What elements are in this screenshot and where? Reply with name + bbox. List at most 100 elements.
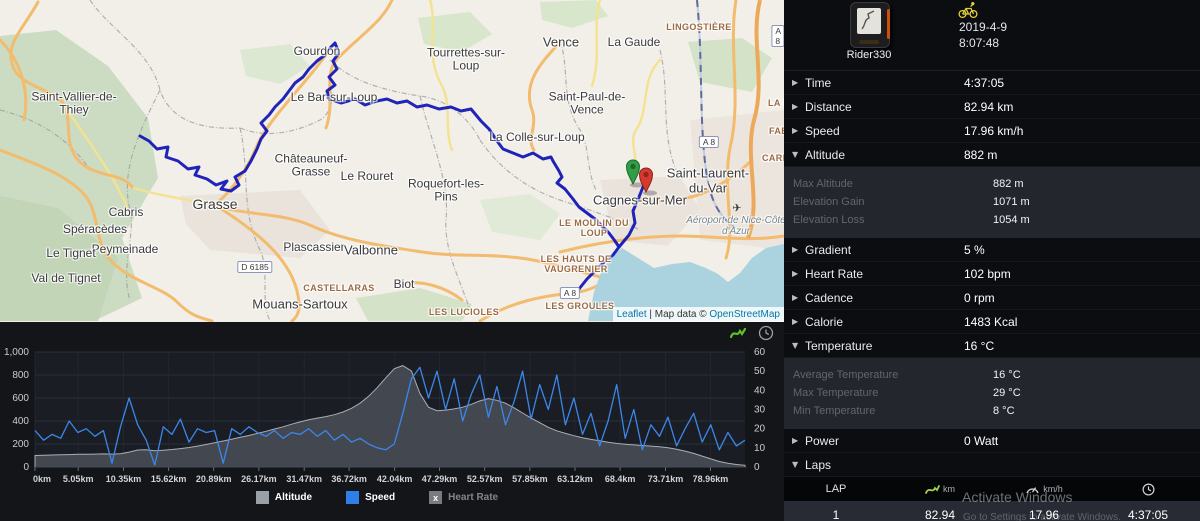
legend-speed[interactable]: Speed (346, 491, 395, 504)
chevron-right-icon: ▶ (792, 102, 799, 111)
chevron-right-icon: ▶ (792, 436, 799, 445)
svg-text:42.04km: 42.04km (377, 474, 413, 484)
detail-label: Max Temperature (793, 387, 879, 399)
svg-text:60: 60 (754, 347, 766, 358)
stat-detail-row: Elevation Gain 1071 m (784, 193, 1200, 211)
detail-label: Min Temperature (793, 405, 876, 417)
stat-details-altitude: Max Altitude 882 m Elevation Gain 1071 m Ele… (784, 167, 1200, 238)
road-badge: A 8 (698, 136, 720, 148)
svg-text:30: 30 (754, 405, 766, 416)
detail-label: Elevation Gain (793, 196, 865, 208)
ride-date: 2019-4-9 (959, 20, 1008, 34)
heart-rate-swatch-icon: x (429, 491, 443, 504)
altitude-swatch-icon (255, 491, 269, 504)
chevron-down-icon: ▼ (792, 341, 799, 350)
stat-row-laps[interactable]: ▼ Laps (784, 453, 1200, 477)
svg-text:31.47km: 31.47km (286, 474, 322, 484)
stat-label: Gradient (805, 242, 852, 257)
detail-value: 1071 m (993, 196, 1030, 208)
stat-row-gradient[interactable]: ▶ Gradient 5 % (784, 238, 1200, 262)
stat-label: Altitude (805, 147, 846, 162)
stat-details-temperature: Average Temperature 16 °C Max Temperature 2… (784, 358, 1200, 429)
svg-text:0: 0 (754, 462, 760, 473)
activate-windows-watermark: Activate Windows (962, 489, 1073, 505)
svg-text:0: 0 (23, 462, 29, 473)
stat-row-distance[interactable]: ▶ Distance 82.94 km (784, 95, 1200, 119)
svg-text:10: 10 (754, 443, 766, 454)
svg-text:40: 40 (754, 385, 766, 396)
svg-text:0km: 0km (33, 474, 51, 484)
stat-label: Heart Rate (805, 266, 864, 281)
legend-label: Speed (365, 492, 396, 503)
distance-axis-icon[interactable] (730, 327, 746, 339)
stat-row-speed[interactable]: ▶ Speed 17.96 km/h (784, 119, 1200, 143)
stat-value: 82.94 km (964, 99, 1014, 114)
svg-text:10.35km: 10.35km (106, 474, 142, 484)
panel-header: Rider330 2019-4-9 8:07:48 (784, 0, 1200, 70)
stat-detail-row: Max Temperature 29 °C (784, 384, 1200, 402)
stat-detail-row: Elevation Loss 1054 m (784, 211, 1200, 229)
chevron-right-icon: ▶ (792, 293, 799, 302)
stat-label: Speed (805, 123, 840, 138)
stat-label: Power (805, 433, 840, 448)
ride-start-time: 8:07:48 (959, 36, 1000, 50)
svg-text:78.96km: 78.96km (693, 474, 729, 484)
detail-label: Average Temperature (793, 369, 899, 381)
elevation-speed-chart: 0 200 400 600 800 1,000 0 10 20 30 40 50 60 0km 5.05km… (0, 322, 784, 521)
svg-text:15.62km: 15.62km (151, 474, 187, 484)
lap-cell: 82.94 (924, 507, 956, 521)
distance-icon: km (925, 484, 955, 495)
bryton-active-app: Saint-Vallier-de-Thiey Gourdon Le Bar-sur-… (0, 0, 1200, 521)
map-tiles (0, 0, 784, 322)
ride-summary-panel: Rider330 2019-4-9 8:07:48 ▶ Time 4:37:05 ▶ D… (784, 0, 1200, 521)
time-axis-icon[interactable] (758, 325, 774, 341)
svg-text:200: 200 (12, 439, 29, 450)
svg-text:47.29km: 47.29km (422, 474, 458, 484)
chart-legend: Altitude Speed x Heart Rate (0, 491, 754, 504)
openstreetmap-link[interactable]: OpenStreetMap (709, 309, 780, 320)
stat-value: 1483 Kcal (964, 314, 1018, 329)
stat-detail-row: Max Altitude 882 m (784, 175, 1200, 193)
stat-row-cadence[interactable]: ▶ Cadence 0 rpm (784, 286, 1200, 310)
svg-text:68.4km: 68.4km (605, 474, 636, 484)
svg-text:5.05km: 5.05km (63, 474, 94, 484)
stat-row-temperature[interactable]: ▼ Temperature 16 °C (784, 334, 1200, 358)
stat-label: Calorie (805, 314, 844, 329)
svg-text:36.72km: 36.72km (331, 474, 367, 484)
chevron-right-icon: ▶ (792, 269, 799, 278)
chevron-right-icon: ▶ (792, 78, 799, 87)
lap-cell: 4:37:05 (1127, 507, 1169, 521)
stat-value: 0 Watt (964, 433, 999, 448)
svg-text:73.71km: 73.71km (648, 474, 684, 484)
road-badge: D 6185 (237, 261, 273, 273)
svg-text:600: 600 (12, 393, 29, 404)
speed-swatch-icon (346, 491, 360, 504)
stat-value: 4:37:05 (964, 75, 1005, 90)
legend-altitude[interactable]: Altitude (255, 491, 312, 504)
route-map[interactable]: Saint-Vallier-de-Thiey Gourdon Le Bar-sur-… (0, 0, 784, 322)
leaflet-link[interactable]: Leaflet (617, 309, 647, 320)
chevron-right-icon: ▶ (792, 126, 799, 135)
lap-cell: 1 (832, 507, 840, 521)
stat-row-heart-rate[interactable]: ▶ Heart Rate 102 bpm (784, 262, 1200, 286)
svg-text:57.85km: 57.85km (512, 474, 548, 484)
chevron-down-icon: ▼ (792, 460, 799, 469)
stat-row-altitude[interactable]: ▼ Altitude 882 m (784, 143, 1200, 167)
chart-toolbar (730, 324, 774, 342)
road-badge: A 8 (771, 25, 784, 47)
attribution-text: | Map data © (646, 309, 710, 320)
detail-label: Elevation Loss (793, 214, 865, 226)
device-image (850, 2, 890, 48)
legend-heart-rate[interactable]: x Heart Rate (429, 491, 498, 504)
activate-windows-watermark-line2: Go to Settings to activate Windows. (963, 512, 1121, 521)
stat-row-power[interactable]: ▶ Power 0 Watt (784, 429, 1200, 453)
device-name: Rider330 (846, 49, 892, 61)
svg-text:63.12km: 63.12km (557, 474, 593, 484)
stat-row-calorie[interactable]: ▶ Calorie 1483 Kcal (784, 310, 1200, 334)
legend-label: Heart Rate (448, 492, 499, 503)
detail-value: 29 °C (993, 387, 1021, 399)
chevron-down-icon: ▼ (792, 150, 799, 159)
detail-value: 1054 m (993, 214, 1030, 226)
stat-row-time[interactable]: ▶ Time 4:37:05 (784, 71, 1200, 95)
chevron-right-icon: ▶ (792, 245, 799, 254)
